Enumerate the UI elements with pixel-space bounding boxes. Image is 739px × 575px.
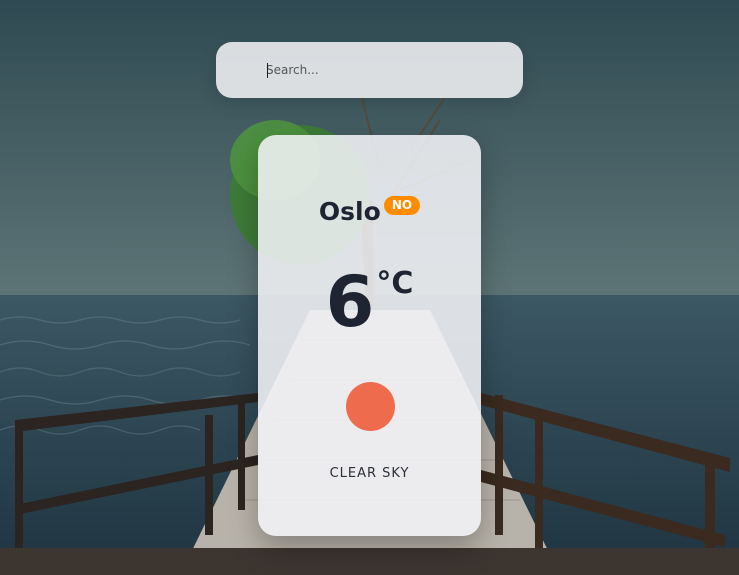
city-name: Oslo bbox=[318, 197, 381, 226]
search-bar[interactable] bbox=[216, 42, 523, 98]
text-cursor bbox=[267, 63, 268, 78]
search-input[interactable] bbox=[266, 60, 506, 80]
temperature-value: 6 bbox=[325, 261, 375, 343]
weather-card: Oslo NO 6°C CLEAR SKY bbox=[258, 135, 481, 536]
temperature-row: 6°C bbox=[258, 262, 481, 342]
app-window: OsloNO 6°C CLEAR SKY bbox=[0, 0, 739, 575]
sun-icon bbox=[346, 382, 395, 431]
temperature-unit: °C bbox=[376, 266, 414, 301]
country-badge: NO bbox=[383, 196, 421, 215]
weather-description: CLEAR SKY bbox=[329, 466, 410, 481]
location-row: Oslo NO bbox=[258, 196, 481, 226]
